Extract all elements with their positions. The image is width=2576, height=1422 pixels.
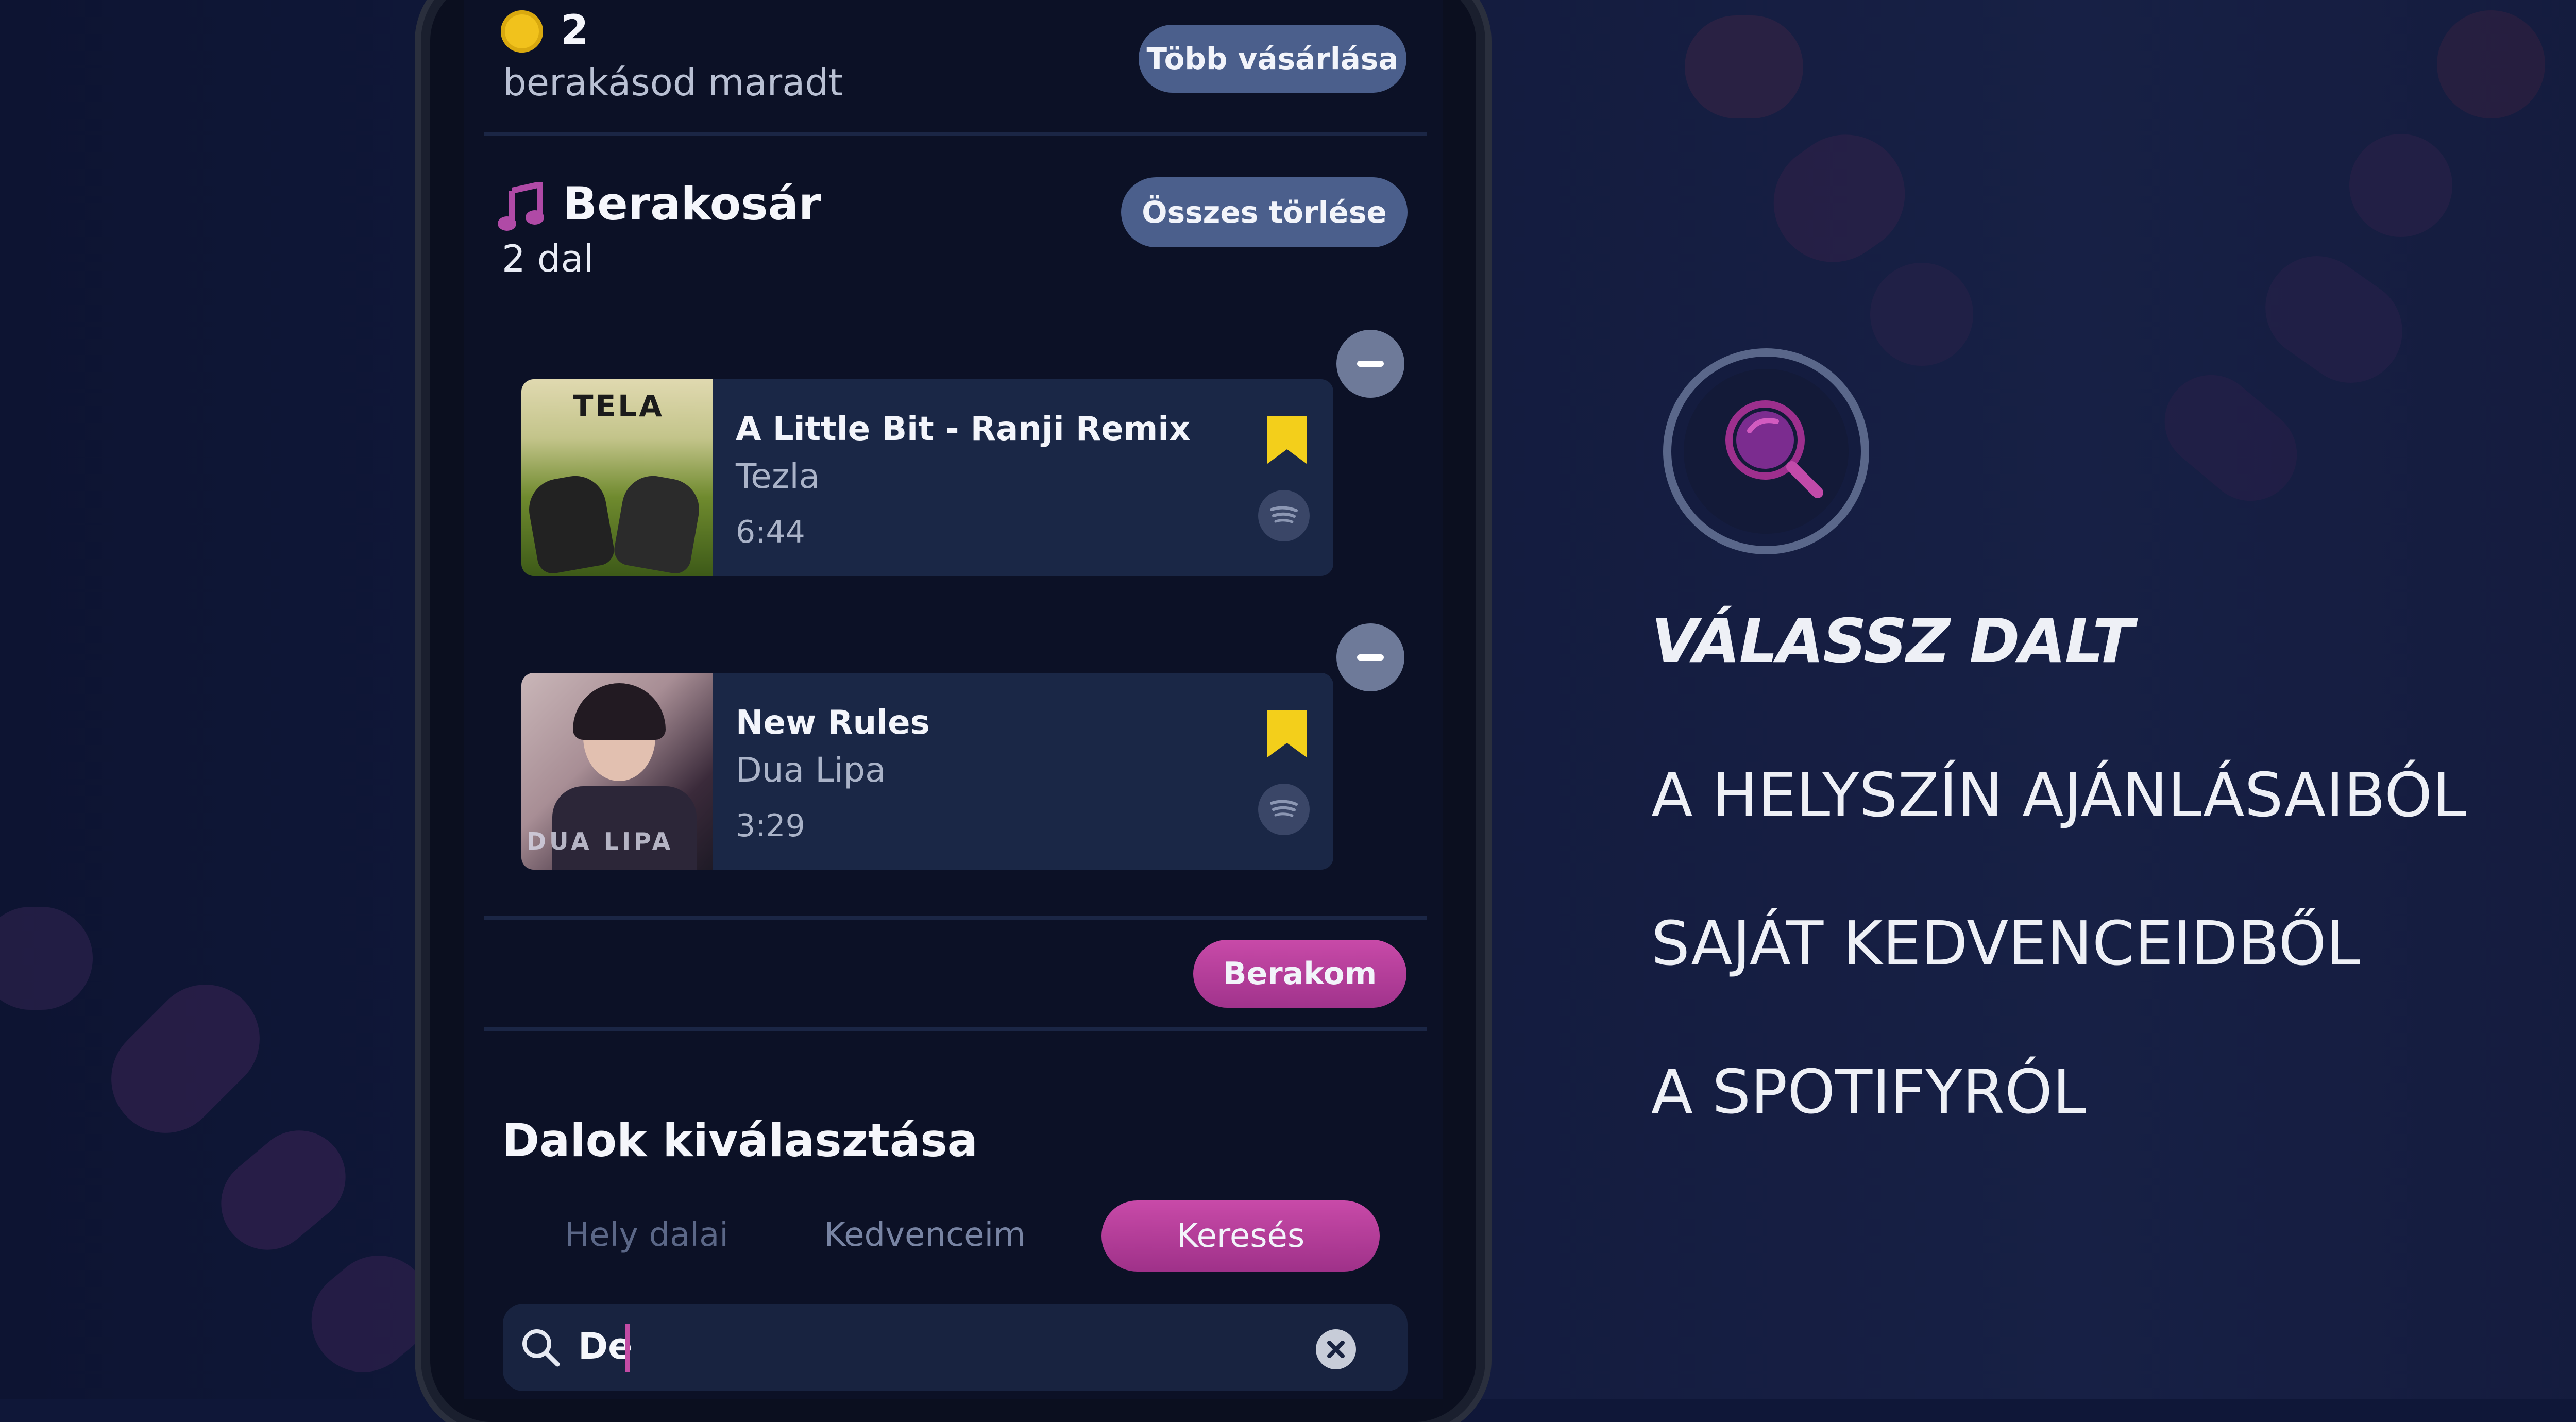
song-select-tabs: Hely dalai Kedvenceim Keresés bbox=[515, 1195, 1391, 1273]
search-bar: De bbox=[503, 1304, 1408, 1391]
magnifier-badge bbox=[1663, 348, 1869, 554]
submit-button[interactable]: Berakom bbox=[1193, 940, 1406, 1008]
basket-song-card: DUA LIPA New Rules Dua Lipa 3:29 bbox=[521, 673, 1333, 870]
promo-line: A SPOTIFYRÓL bbox=[1651, 1056, 2087, 1127]
decor-blob bbox=[1870, 263, 1973, 366]
minus-icon bbox=[1357, 654, 1384, 661]
credits-label: berakásod maradt bbox=[503, 61, 843, 104]
album-art-shoe bbox=[524, 471, 617, 576]
search-input[interactable]: De bbox=[578, 1325, 633, 1367]
album-art-hair bbox=[573, 683, 666, 740]
music-note-icon bbox=[498, 182, 544, 231]
magnifier-icon bbox=[1725, 400, 1823, 498]
decor-blob bbox=[2349, 134, 2452, 237]
tab-kedvenceim[interactable]: Kedvenceim bbox=[804, 1216, 1046, 1254]
basket-count: 2 dal bbox=[502, 237, 594, 280]
coin-icon bbox=[501, 10, 543, 53]
promo-headline: VÁLASSZ DALT bbox=[1651, 605, 2134, 676]
spotify-icon[interactable] bbox=[1258, 784, 1310, 835]
text-cursor bbox=[625, 1324, 630, 1372]
divider bbox=[484, 132, 1427, 136]
divider bbox=[484, 916, 1427, 920]
credits-count: 2 bbox=[561, 7, 589, 54]
decor-blob bbox=[2437, 10, 2545, 118]
divider bbox=[484, 1027, 1427, 1031]
song-duration: 3:29 bbox=[736, 808, 805, 844]
clear-search-icon[interactable] bbox=[1316, 1329, 1356, 1369]
album-art-text: TELA bbox=[573, 388, 665, 424]
minus-icon bbox=[1357, 361, 1384, 367]
phone-screen: 2 berakásod maradt Több vásárlása Berako… bbox=[464, 0, 1443, 1399]
tab-hely-dalai[interactable]: Hely dalai bbox=[536, 1216, 757, 1254]
album-art: DUA LIPA bbox=[521, 673, 713, 870]
bookmark-icon[interactable] bbox=[1267, 710, 1307, 757]
basket-header: Berakosár 2 dal Összes törlése bbox=[464, 136, 1443, 332]
song-duration: 6:44 bbox=[736, 514, 805, 550]
basket-title: Berakosár bbox=[563, 177, 821, 230]
song-artist: Dua Lipa bbox=[736, 750, 886, 790]
decor-blob bbox=[1685, 15, 1803, 118]
album-art-shoe bbox=[612, 471, 704, 576]
song-title: A Little Bit - Ranji Remix bbox=[736, 410, 1191, 448]
promo-line: A HELYSZÍN AJÁNLÁSAIBÓL bbox=[1651, 759, 2466, 831]
song-select-title: Dalok kiválasztása bbox=[502, 1114, 978, 1167]
album-art-text: DUA LIPA bbox=[527, 827, 674, 855]
tab-kereses[interactable]: Keresés bbox=[1101, 1200, 1380, 1272]
spotify-icon[interactable] bbox=[1258, 490, 1310, 541]
remove-song-button[interactable] bbox=[1336, 623, 1404, 691]
remove-song-button[interactable] bbox=[1336, 330, 1404, 398]
credits-section: 2 berakásod maradt Több vásárlása bbox=[464, 0, 1443, 134]
song-artist: Tezla bbox=[736, 456, 820, 496]
song-title: New Rules bbox=[736, 704, 930, 742]
clear-all-button[interactable]: Összes törlése bbox=[1121, 177, 1408, 247]
album-art: TELA bbox=[521, 379, 713, 576]
search-icon bbox=[522, 1329, 560, 1367]
buy-more-button[interactable]: Több vásárlása bbox=[1139, 25, 1406, 93]
bookmark-icon[interactable] bbox=[1267, 416, 1307, 464]
basket-song-card: TELA A Little Bit - Ranji Remix Tezla 6:… bbox=[521, 379, 1333, 576]
promo-line: SAJÁT KEDVENCEIDBŐL bbox=[1651, 908, 2361, 979]
